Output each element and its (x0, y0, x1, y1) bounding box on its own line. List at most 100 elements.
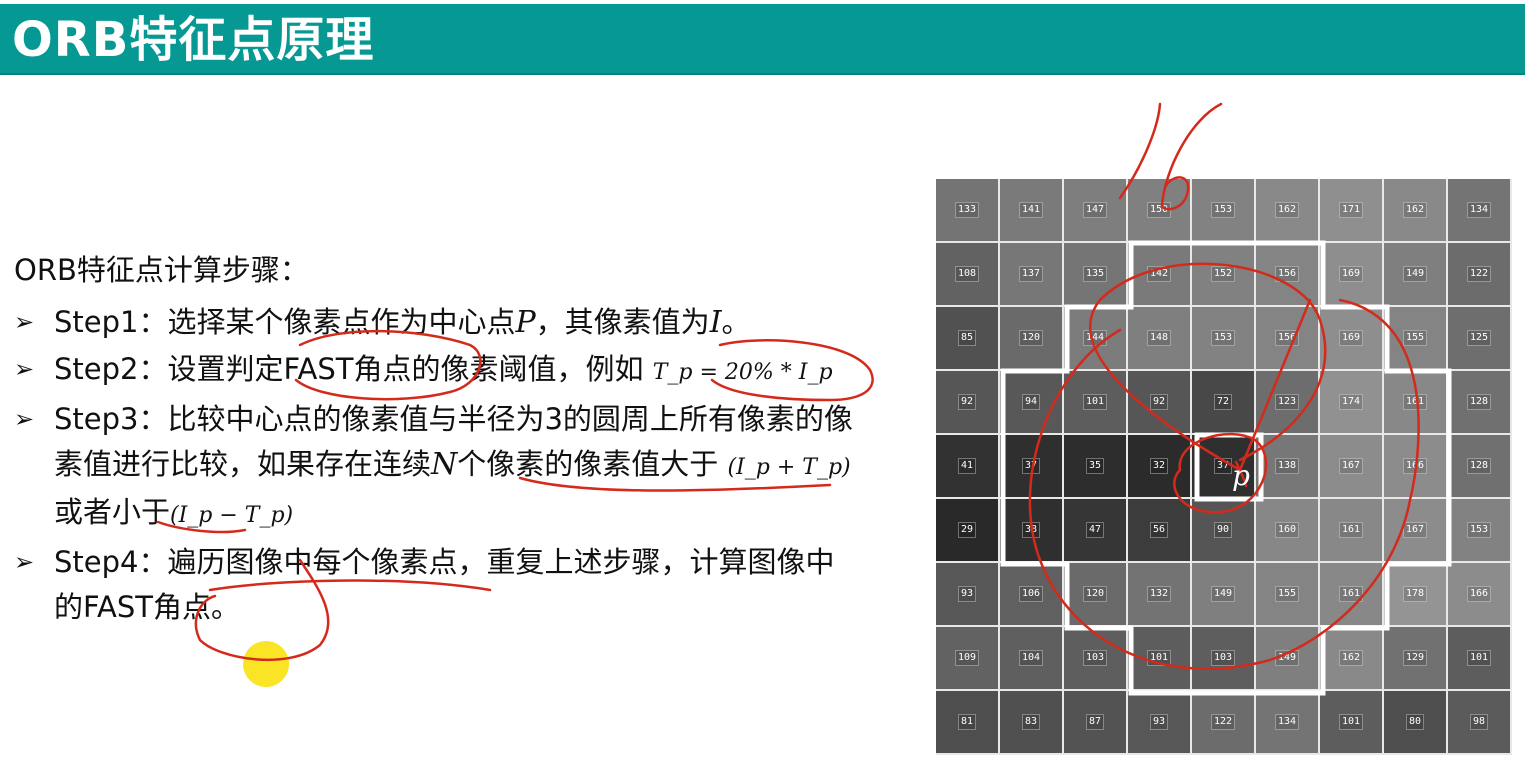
pixel-value: 174 (1338, 394, 1364, 410)
pixel-value: 80 (1405, 714, 1425, 730)
pixel-value: 141 (1018, 202, 1044, 218)
pixel-cell: 38 (1000, 499, 1064, 563)
pixel-value: 134 (1274, 714, 1300, 730)
var-i: I (709, 305, 722, 340)
pixel-value: 103 (1082, 650, 1108, 666)
pixel-value: 135 (1082, 266, 1108, 282)
pixel-value: 137 (1018, 266, 1044, 282)
pixel-cell: 72 (1192, 371, 1256, 435)
pixel-cell: 125 (1448, 307, 1512, 371)
pixel-value: 90 (1213, 522, 1233, 538)
pixel-value: 134 (1466, 202, 1492, 218)
pixel-cell: 41 (936, 435, 1000, 499)
pixel-value: 148 (1146, 330, 1172, 346)
pixel-value: 150 (1146, 202, 1172, 218)
pixel-cell: 134 (1448, 179, 1512, 243)
pixel-cell: 101 (1320, 691, 1384, 755)
pixel-value: 37 (1213, 458, 1233, 474)
pixel-cell: 93 (936, 563, 1000, 627)
pixel-value: 178 (1402, 586, 1428, 602)
pixel-cell: 101 (1128, 627, 1192, 691)
pixel-value: 132 (1146, 586, 1172, 602)
pixel-value: 41 (957, 458, 977, 474)
pixel-cell: 109 (936, 627, 1000, 691)
pixel-cell: 85 (936, 307, 1000, 371)
pixel-cell: 134 (1256, 691, 1320, 755)
pixel-cell: 106 (1000, 563, 1064, 627)
pixel-value: 153 (1466, 522, 1492, 538)
pixel-value: 93 (1149, 714, 1169, 730)
pixel-value: 147 (1082, 202, 1108, 218)
laser-pointer-dot (243, 641, 289, 687)
pixel-value: 56 (1149, 522, 1169, 538)
pixel-cell: 101 (1448, 627, 1512, 691)
pixel-value: 106 (1018, 586, 1044, 602)
pixel-value: 104 (1018, 650, 1044, 666)
pixel-cell: 93 (1128, 691, 1192, 755)
pixel-cell: 104 (1000, 627, 1064, 691)
pixel-cell: 138 (1256, 435, 1320, 499)
arrow-bullet-icon: ➢ (14, 548, 35, 576)
pixel-value: 38 (1021, 522, 1041, 538)
var-n: N (431, 447, 458, 482)
pixel-cell: 94 (1000, 371, 1064, 435)
pixel-value: 101 (1466, 650, 1492, 666)
pixel-cell: 166 (1448, 563, 1512, 627)
pixel-cell: 47 (1064, 499, 1128, 563)
pixel-cell: 174 (1320, 371, 1384, 435)
arrow-bullet-icon: ➢ (14, 355, 35, 383)
pixel-cell: 149 (1256, 627, 1320, 691)
pixel-cell: 92 (1128, 371, 1192, 435)
title-bar: ORB特征点原理 (0, 4, 1525, 75)
pixel-value: 161 (1338, 522, 1364, 538)
pixel-cell: 37 (1192, 435, 1256, 499)
pixel-cell: 32 (1128, 435, 1192, 499)
pixel-cell: 166 (1384, 435, 1448, 499)
step-1: ➢ Step1：选择某个像素点作为中心点P，其像素值为I。 (14, 300, 854, 345)
pixel-cell: 80 (1384, 691, 1448, 755)
pixel-value: 120 (1018, 330, 1044, 346)
pixel-cell: 92 (936, 371, 1000, 435)
pixel-cell: 37 (1000, 435, 1064, 499)
pixel-cell: 132 (1128, 563, 1192, 627)
pixel-value: 94 (1021, 394, 1041, 410)
pixel-cell: 129 (1384, 627, 1448, 691)
pixel-value: 149 (1274, 650, 1300, 666)
pixel-cell: 161 (1320, 563, 1384, 627)
pixel-cell: 90 (1192, 499, 1256, 563)
pixel-cell: 149 (1384, 243, 1448, 307)
pixel-cell: 178 (1384, 563, 1448, 627)
step-1-end: 。 (721, 305, 751, 339)
pixel-value: 87 (1085, 714, 1105, 730)
pixel-value: 161 (1338, 586, 1364, 602)
pixel-cell: 148 (1128, 307, 1192, 371)
pixel-cell: 81 (936, 691, 1000, 755)
pixel-value: 98 (1469, 714, 1489, 730)
pixel-cell: 162 (1256, 179, 1320, 243)
pixel-value: 152 (1210, 266, 1236, 282)
pixel-value: 153 (1210, 202, 1236, 218)
pixel-cell: 153 (1192, 179, 1256, 243)
pixel-value: 162 (1402, 202, 1428, 218)
pixel-value: 109 (954, 650, 980, 666)
pixel-value: 149 (1402, 266, 1428, 282)
pixel-value: 101 (1338, 714, 1364, 730)
pixel-cell: 135 (1064, 243, 1128, 307)
arrow-bullet-icon: ➢ (14, 308, 35, 336)
threshold-formula: T_p = 20% * I_p (652, 360, 833, 385)
pixel-cell: 142 (1128, 243, 1192, 307)
pixel-cell: 83 (1000, 691, 1064, 755)
step-2: ➢ Step2：设置判定FAST角点的像素阈值，例如 T_p = 20% * I… (14, 347, 854, 395)
pixel-cell: 103 (1192, 627, 1256, 691)
arrow-bullet-icon: ➢ (14, 405, 35, 433)
step-4: ➢ Step4：遍历图像中每个像素点，重复上述步骤，计算图像中的FAST角点。 (14, 540, 854, 630)
pixel-cell: 98 (1448, 691, 1512, 755)
pixel-cell: 137 (1000, 243, 1064, 307)
pixel-cell: 141 (1000, 179, 1064, 243)
pixel-value: 92 (957, 394, 977, 410)
step-1-mid: ，其像素值为 (535, 305, 710, 339)
pixel-cell: 160 (1256, 499, 1320, 563)
pixel-cell: 161 (1320, 499, 1384, 563)
pixel-cell: 171 (1320, 179, 1384, 243)
step-list: ➢ Step1：选择某个像素点作为中心点P，其像素值为I。 ➢ Step2：设置… (14, 300, 854, 630)
